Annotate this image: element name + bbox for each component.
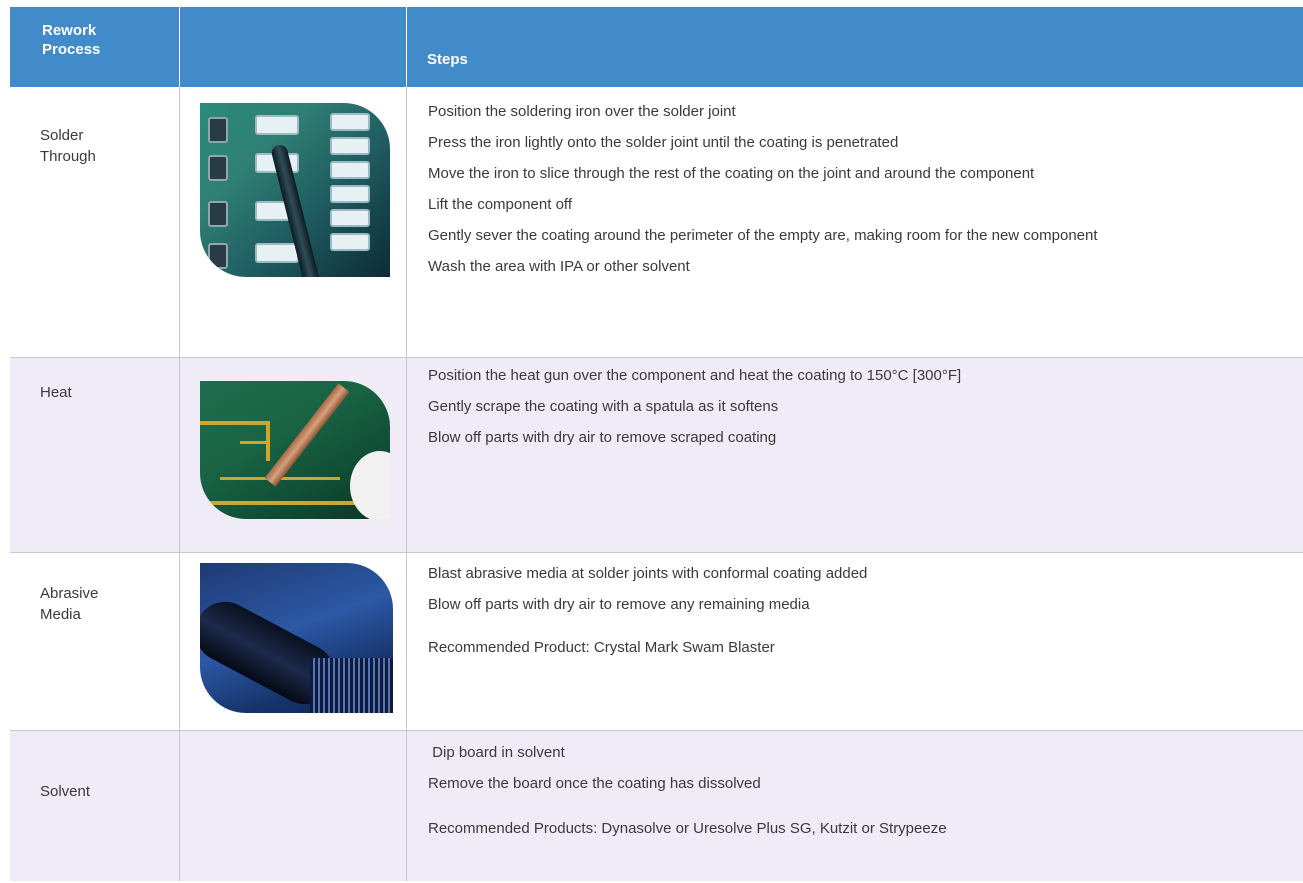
- table-row: Solder Through Position the soldering ir…: [10, 87, 1303, 358]
- header-process-label: Rework Process: [42, 22, 101, 58]
- spatula: [264, 383, 350, 487]
- steps-cell: Blast abrasive media at solder joints wi…: [407, 553, 1303, 730]
- image-cell: [180, 731, 407, 881]
- header-steps-cell: Steps: [407, 7, 1303, 87]
- process-name: Heat: [40, 384, 72, 401]
- step-text: Position the heat gun over the component…: [428, 367, 962, 384]
- pcb-heat-spatula-photo: [200, 381, 390, 519]
- table-header: Rework Process Steps: [10, 7, 1303, 87]
- process-name: Abrasive Media: [40, 585, 99, 623]
- image-cell: [180, 553, 407, 730]
- table-row: Abrasive Media Blast abrasive media at s…: [10, 553, 1303, 731]
- step-text: Position the soldering iron over the sol…: [428, 103, 736, 120]
- process-cell: Heat: [10, 358, 180, 552]
- step-text: Remove the board once the coating has di…: [428, 775, 761, 792]
- process-cell: Abrasive Media: [10, 553, 180, 730]
- step-text: Blow off parts with dry air to remove an…: [428, 596, 810, 613]
- step-text: Wash the area with IPA or other solvent: [428, 258, 690, 275]
- steps-cell: Position the heat gun over the component…: [407, 358, 1303, 552]
- header-process-cell: Rework Process: [10, 7, 180, 87]
- step-text: Blast abrasive media at solder joints wi…: [428, 565, 868, 582]
- recommended-product: Recommended Products: Dynasolve or Ureso…: [428, 820, 947, 837]
- step-text: Lift the component off: [428, 196, 572, 213]
- table-row: Solvent Dip board in solvent Remove the …: [10, 731, 1303, 881]
- process-cell: Solder Through: [10, 87, 180, 357]
- image-cell: [180, 358, 407, 552]
- steps-cell: Position the soldering iron over the sol…: [407, 87, 1303, 357]
- table-row: Heat Position the heat gun over the comp…: [10, 358, 1303, 553]
- step-text: Press the iron lightly onto the solder j…: [428, 134, 899, 151]
- process-name: Solvent: [40, 783, 91, 800]
- step-text: Gently sever the coating around the peri…: [428, 227, 1098, 244]
- step-text: Dip board in solvent: [428, 744, 565, 761]
- header-image-cell: [180, 7, 407, 87]
- header-steps-label: Steps: [427, 51, 468, 68]
- image-cell: [180, 87, 407, 357]
- step-text: Gently scrape the coating with a spatula…: [428, 398, 779, 415]
- recommended-product: Recommended Product: Crystal Mark Swam B…: [428, 639, 775, 656]
- process-name: Solder Through: [40, 127, 96, 165]
- process-cell: Solvent: [10, 731, 180, 881]
- rework-process-table: Rework Process Steps Solder Through Posi…: [10, 7, 1303, 881]
- pcb-soldering-iron-photo: [200, 103, 390, 277]
- step-text: Move the iron to slice through the rest …: [428, 165, 1035, 182]
- step-text: Blow off parts with dry air to remove sc…: [428, 429, 777, 446]
- steps-cell: Dip board in solvent Remove the board on…: [407, 731, 1303, 881]
- abrasive-blaster-photo: [200, 563, 393, 713]
